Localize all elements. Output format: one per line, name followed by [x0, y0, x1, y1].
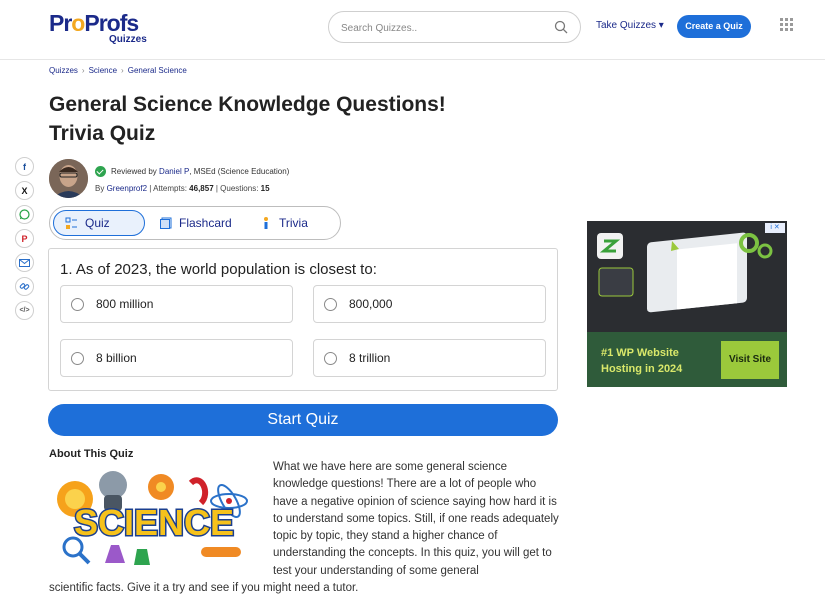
apps-grid-icon[interactable]	[780, 18, 793, 31]
mode-tabs: Quiz Flashcard Trivia	[49, 206, 341, 240]
tab-flashcard[interactable]: Flashcard	[160, 210, 232, 236]
breadcrumb-quizzes[interactable]: Quizzes	[49, 66, 78, 75]
logo-subtitle: Quizzes	[109, 34, 147, 45]
email-icon[interactable]	[15, 253, 34, 272]
take-quizzes-menu[interactable]: Take Quizzes ▾	[596, 20, 664, 31]
answer-option[interactable]: 8 billion	[60, 339, 293, 377]
questions-count: 15	[260, 184, 270, 193]
create-quiz-button[interactable]: Create a Quiz	[677, 15, 751, 38]
ad-footer: #1 WP Website Hosting in 2024 Visit Site	[587, 332, 787, 387]
pinterest-icon[interactable]: P	[15, 229, 34, 248]
answer-option[interactable]: 800 million	[60, 285, 293, 323]
radio-button[interactable]	[71, 297, 84, 311]
breadcrumb-science[interactable]: Science	[89, 66, 117, 75]
answer-option[interactable]: 800,000	[313, 285, 546, 323]
tab-trivia[interactable]: Trivia	[260, 210, 308, 236]
reviewer-link[interactable]: Daniel P	[159, 167, 189, 176]
header: ProProfs Quizzes Take Quizzes ▾ Create a…	[0, 0, 825, 60]
proprofs-logo[interactable]: ProProfs Quizzes	[49, 10, 147, 46]
visit-site-button[interactable]: Visit Site	[721, 341, 779, 379]
tab-quiz[interactable]: Quiz	[53, 210, 145, 236]
embed-icon[interactable]: </>	[15, 301, 34, 320]
radio-button[interactable]	[71, 351, 84, 365]
trivia-icon	[264, 217, 268, 229]
about-description: What we have here are some general scien…	[273, 461, 559, 577]
start-quiz-button[interactable]: Start Quiz	[48, 404, 558, 436]
link-icon[interactable]	[15, 277, 34, 296]
question-text: 1. As of 2023, the world population is c…	[60, 261, 377, 278]
science-illustration: SCIENCE	[57, 471, 248, 565]
breadcrumb-separator: ›	[121, 66, 124, 75]
about-heading: About This Quiz	[49, 448, 134, 460]
facebook-icon[interactable]: f	[15, 157, 34, 176]
author-link[interactable]: Greenprof2	[107, 184, 147, 193]
breadcrumb-separator: ›	[81, 66, 85, 75]
page-title-line2: Trivia Quiz	[49, 122, 156, 145]
breadcrumb: Quizzes › Science › General Science	[49, 66, 187, 75]
ad-info-badge[interactable]: i ✕	[765, 223, 785, 233]
logo-wordmark: ProProfs	[49, 10, 139, 36]
svg-text:SCIENCE: SCIENCE	[74, 502, 234, 543]
breadcrumb-general-science[interactable]: General Science	[128, 66, 187, 75]
flashcard-icon	[160, 217, 172, 229]
question-card: 1. As of 2023, the world population is c…	[48, 248, 558, 391]
ad-headline: #1 WP Website Hosting in 2024	[601, 347, 683, 375]
whatsapp-icon[interactable]	[15, 205, 34, 224]
page-title: General Science Knowledge Questions! Tri…	[49, 90, 509, 148]
ad-illustration	[597, 232, 773, 313]
advertisement[interactable]: i ✕ #1 WP Website Hosting in 2024 Visit …	[587, 221, 787, 387]
answer-option[interactable]: 8 trillion	[313, 339, 546, 377]
quiz-byline: By Greenprof2 | Attempts: 46,857 | Quest…	[95, 184, 270, 193]
author-avatar[interactable]	[49, 159, 88, 198]
quiz-icon	[65, 217, 77, 229]
x-icon[interactable]: X	[15, 181, 34, 200]
share-bar: f X P </>	[15, 157, 35, 325]
search-input[interactable]	[341, 19, 541, 37]
radio-button[interactable]	[324, 351, 337, 365]
reviewed-by: Reviewed by Daniel P, MSEd (Science Educ…	[95, 166, 289, 177]
page-title-line1: General Science Knowledge Questions!	[49, 93, 446, 116]
verified-check-icon	[95, 166, 106, 177]
radio-button[interactable]	[324, 297, 337, 311]
search-box[interactable]	[328, 11, 581, 43]
attempts-count: 46,857	[189, 184, 214, 193]
about-description-continued: scientific facts. Give it a try and see …	[49, 582, 359, 594]
search-icon[interactable]	[554, 20, 568, 34]
ad-image: i ✕	[587, 221, 787, 332]
